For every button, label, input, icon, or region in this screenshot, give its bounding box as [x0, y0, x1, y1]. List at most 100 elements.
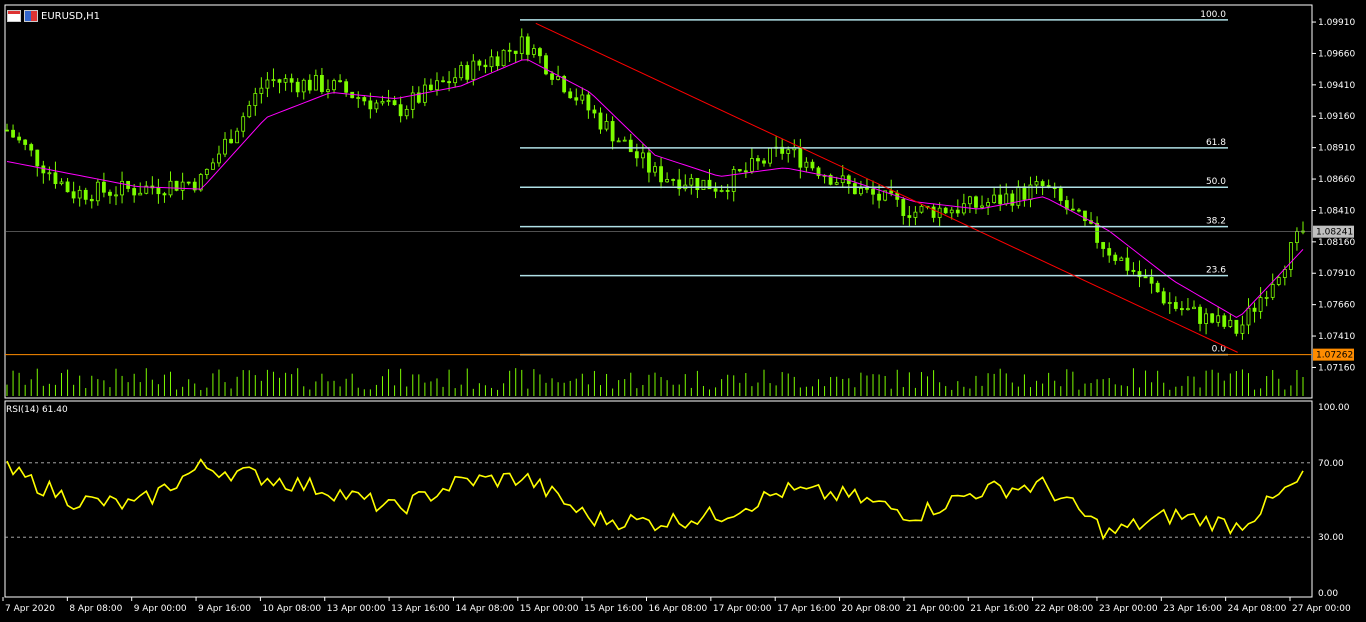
candle-body: [271, 79, 276, 82]
rsi-label: RSI(14) 61.40: [6, 405, 68, 415]
candle-body: [525, 36, 530, 55]
time-axis-label: 8 Apr 08:00: [69, 604, 122, 614]
candle-body: [919, 205, 924, 213]
candle-body: [859, 187, 863, 195]
candle-body: [731, 169, 736, 192]
candle-body: [1228, 319, 1233, 327]
candle-body: [447, 81, 451, 84]
candle-body: [1252, 307, 1257, 312]
candle-body: [477, 60, 482, 66]
candle-body: [241, 116, 246, 132]
candle-body: [211, 162, 215, 170]
candle-body: [41, 165, 46, 174]
candle-body: [59, 181, 64, 185]
candle-body: [132, 188, 137, 196]
candle-body: [229, 138, 233, 144]
candle-body: [647, 152, 651, 173]
candle-body: [798, 147, 803, 168]
candle-body: [574, 97, 579, 101]
price-axis-label: 1.08410: [1318, 206, 1355, 216]
chart-window-icon[interactable]: [7, 10, 21, 22]
candle-body: [404, 108, 409, 117]
candle-body: [265, 79, 270, 89]
candle-body: [362, 97, 367, 102]
candle-body: [1010, 193, 1015, 206]
candle-body: [659, 166, 663, 183]
candle-body: [913, 211, 918, 218]
candle-body: [162, 193, 167, 196]
fib-level-label: 23.6: [1206, 266, 1226, 276]
candle-body: [217, 153, 221, 164]
price-axis-label: 1.09410: [1318, 81, 1355, 91]
candle-body: [289, 78, 294, 83]
candle-body: [713, 188, 718, 192]
time-axis-label: 7 Apr 2020: [5, 604, 55, 614]
candle-body: [986, 202, 990, 207]
candle-body: [616, 140, 621, 143]
chart-title-bar: EURUSD,H1: [7, 9, 100, 23]
candle-body: [1234, 319, 1239, 334]
candle-body: [1295, 231, 1299, 243]
terminal-chart-window[interactable]: 1.09910 1.09660 1.09410 1.09160 1.08910 1.086…: [0, 0, 1366, 622]
price-axis-label: 1.07660: [1318, 301, 1355, 311]
candle-body: [810, 161, 815, 169]
candle-body: [95, 181, 100, 202]
candle-body: [326, 89, 330, 92]
candle-body: [1131, 269, 1136, 272]
time-axis-label: 13 Apr 16:00: [391, 604, 450, 614]
time-axis-label: 21 Apr 00:00: [906, 604, 965, 614]
candle-body: [598, 112, 603, 130]
candle-body: [344, 81, 349, 93]
candle-body: [1077, 209, 1081, 212]
candle-body: [725, 190, 730, 192]
main-pane-border: [4, 4, 1313, 399]
time-axis-label: 9 Apr 16:00: [198, 604, 251, 614]
candle-body: [17, 136, 22, 141]
time-axis-label: 20 Apr 08:00: [842, 604, 901, 614]
candle-body: [320, 75, 324, 92]
candle-body: [737, 169, 742, 172]
candle-body: [871, 188, 875, 195]
time-axis-label: 27 Apr 00:00: [1292, 604, 1351, 614]
candle-body: [338, 80, 342, 83]
candle-body: [459, 65, 464, 79]
candle-body: [35, 149, 40, 167]
price-axis-label: 1.08660: [1318, 175, 1355, 185]
candle-body: [259, 87, 264, 94]
candle-body: [65, 181, 70, 193]
candle-body: [114, 194, 118, 197]
candle-body: [23, 139, 28, 145]
candle-body: [665, 179, 670, 183]
candle-body: [156, 187, 161, 195]
candle-body: [768, 147, 772, 164]
candle-body: [544, 55, 548, 75]
time-axis-label: 24 Apr 08:00: [1228, 604, 1287, 614]
candle-body: [483, 64, 488, 68]
candle-body: [356, 97, 361, 99]
candle-body: [29, 144, 34, 151]
candle-body: [307, 79, 312, 91]
candle-body: [283, 78, 288, 83]
candle-body: [223, 138, 227, 155]
candle-body: [786, 149, 791, 154]
time-axis-label: 14 Apr 08:00: [455, 604, 514, 614]
candle-body: [301, 79, 306, 93]
symbol-flag-icon[interactable]: [24, 10, 38, 22]
candle-body: [392, 100, 397, 106]
candle-body: [640, 152, 645, 159]
chart-canvas[interactable]: 1.09910 1.09660 1.09410 1.09160 1.08910 1.086…: [0, 0, 1366, 622]
time-axis-label: 9 Apr 00:00: [134, 604, 187, 614]
time-axis-label: 16 Apr 08:00: [649, 604, 708, 614]
candle-body: [519, 36, 524, 54]
time-axis-label: 22 Apr 08:00: [1035, 604, 1094, 614]
candle-body: [1034, 181, 1039, 186]
candle-body: [943, 207, 948, 214]
time-axis-label: 23 Apr 00:00: [1099, 604, 1158, 614]
candle-body: [1004, 193, 1009, 205]
candle-body: [1246, 307, 1251, 326]
candle-body: [380, 100, 385, 104]
fib-level-label: 100.0: [1200, 10, 1226, 20]
candle-body: [1173, 302, 1178, 309]
candle-body: [531, 48, 536, 55]
candle-body: [435, 80, 439, 91]
